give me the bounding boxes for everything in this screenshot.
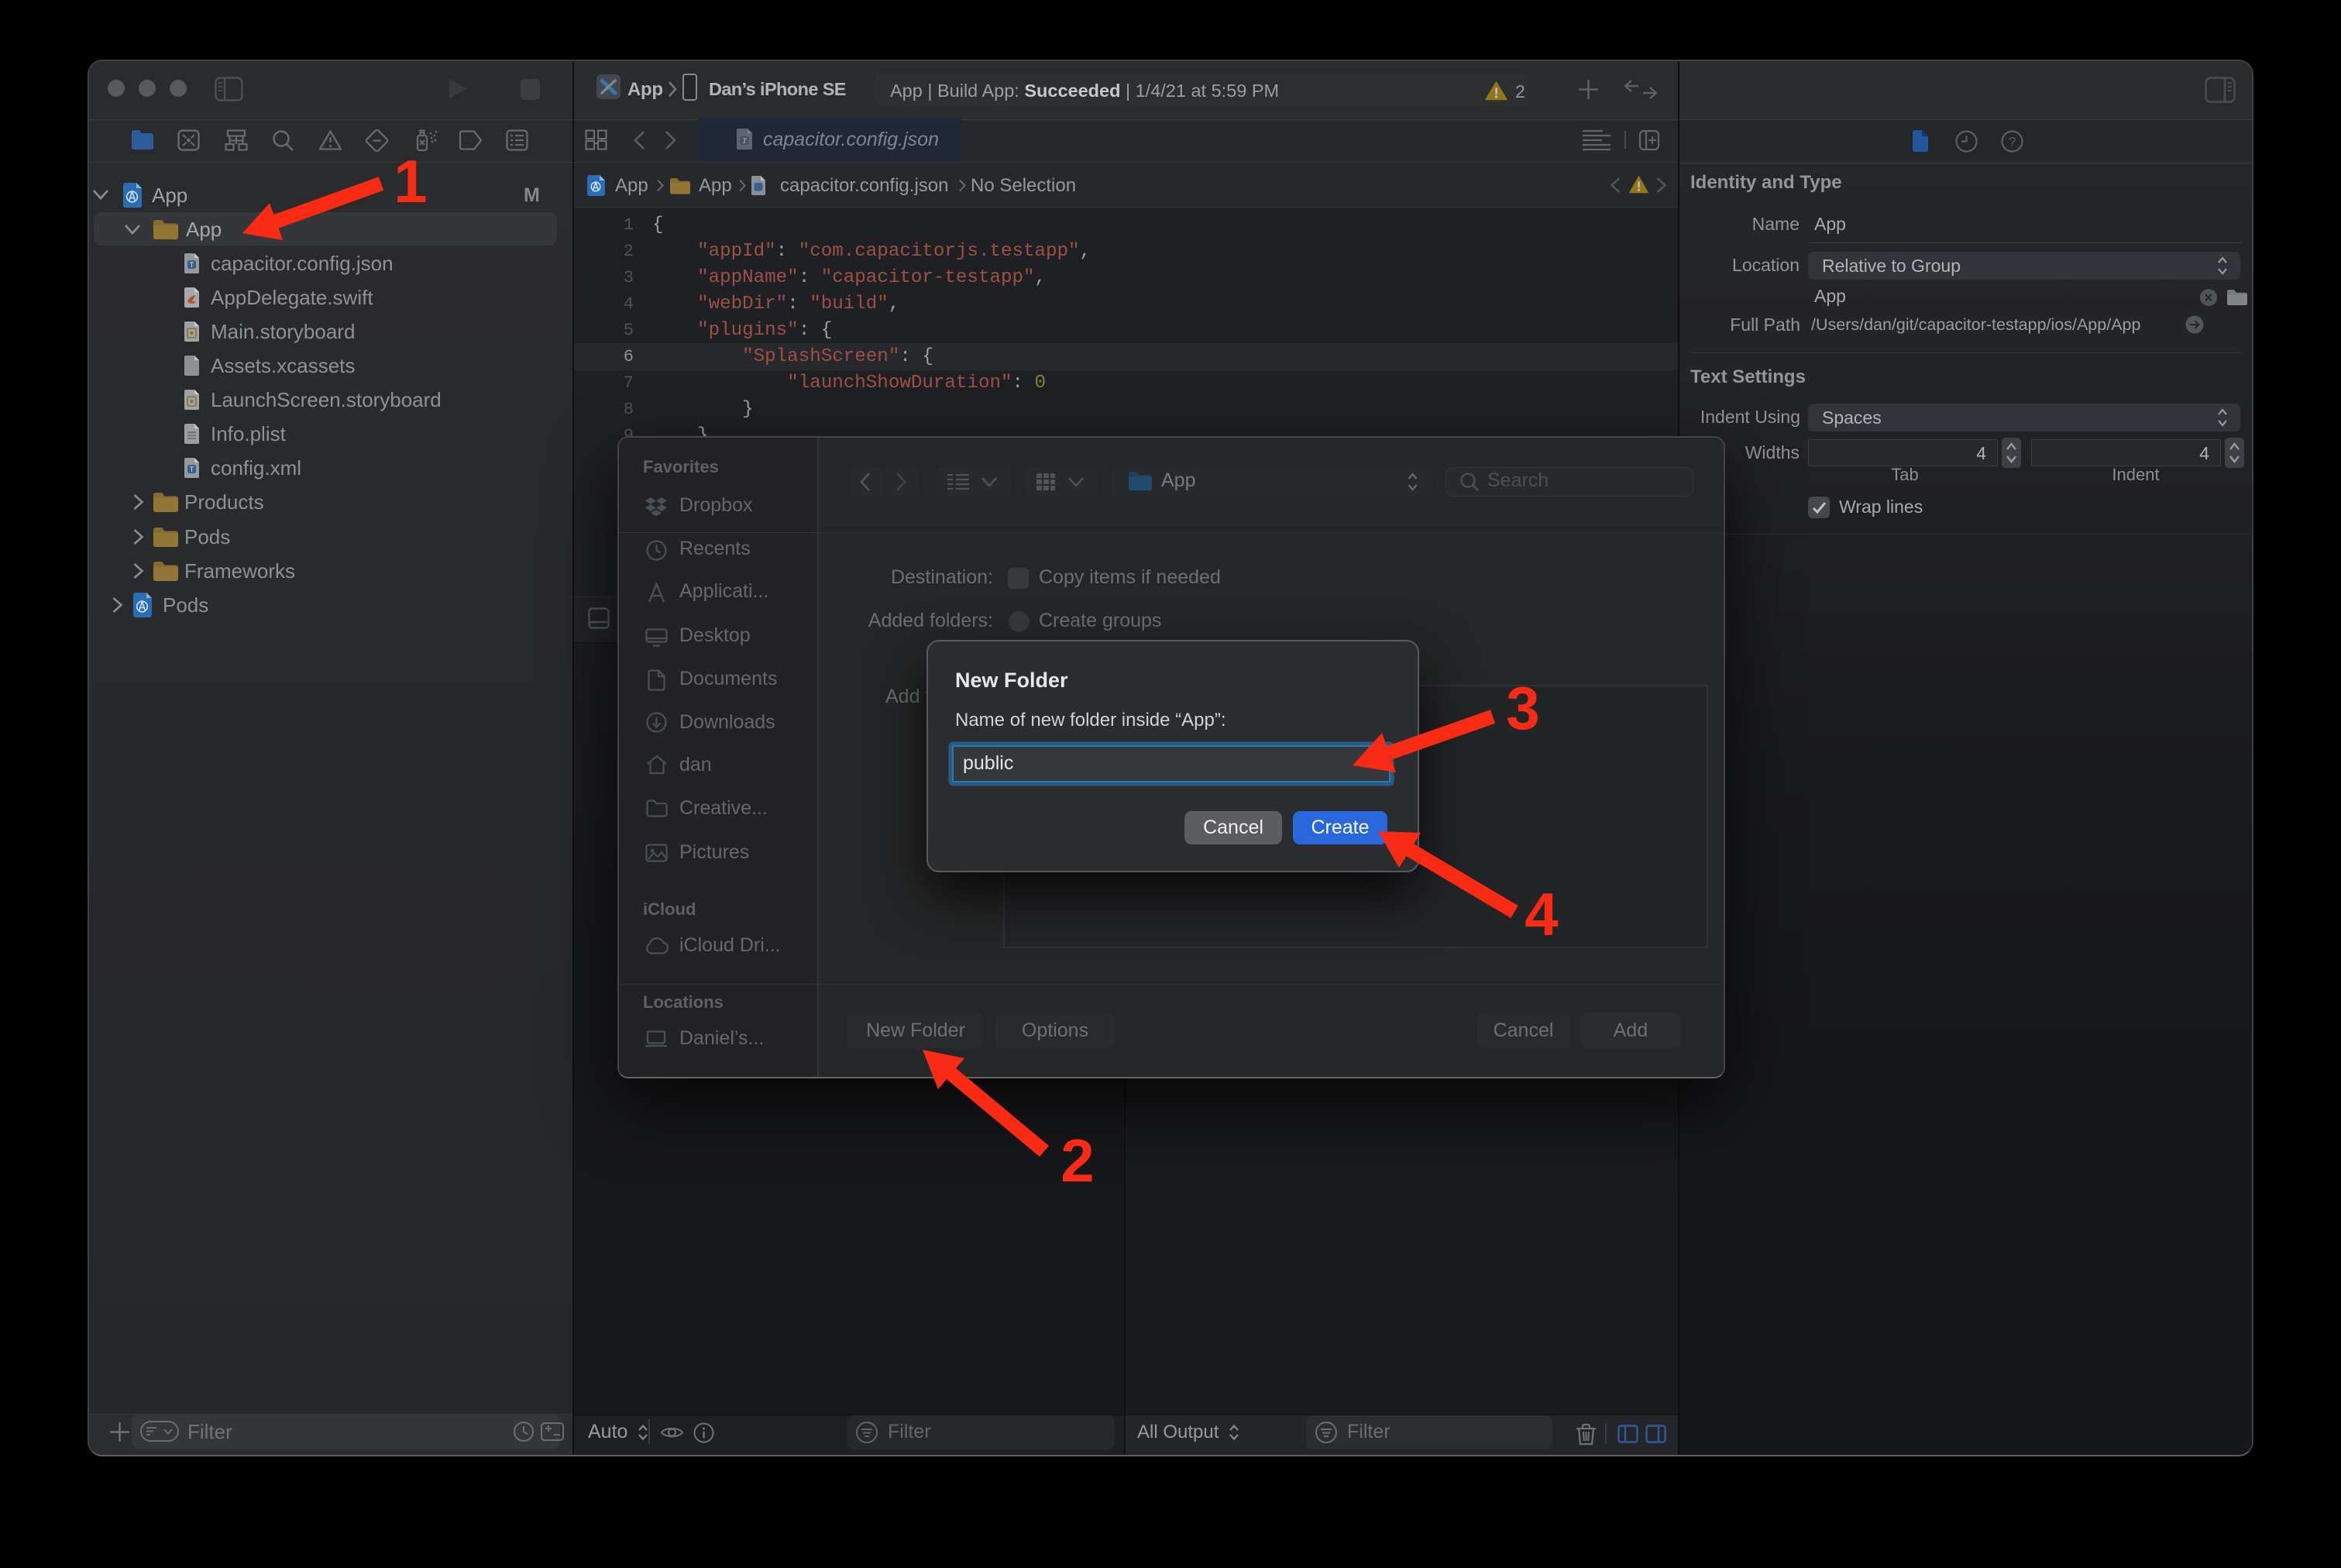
svg-text:4: 4 xyxy=(1525,880,1558,948)
svg-text:2: 2 xyxy=(1060,1126,1094,1195)
svg-text:3: 3 xyxy=(1506,674,1539,742)
svg-text:1: 1 xyxy=(394,147,427,215)
